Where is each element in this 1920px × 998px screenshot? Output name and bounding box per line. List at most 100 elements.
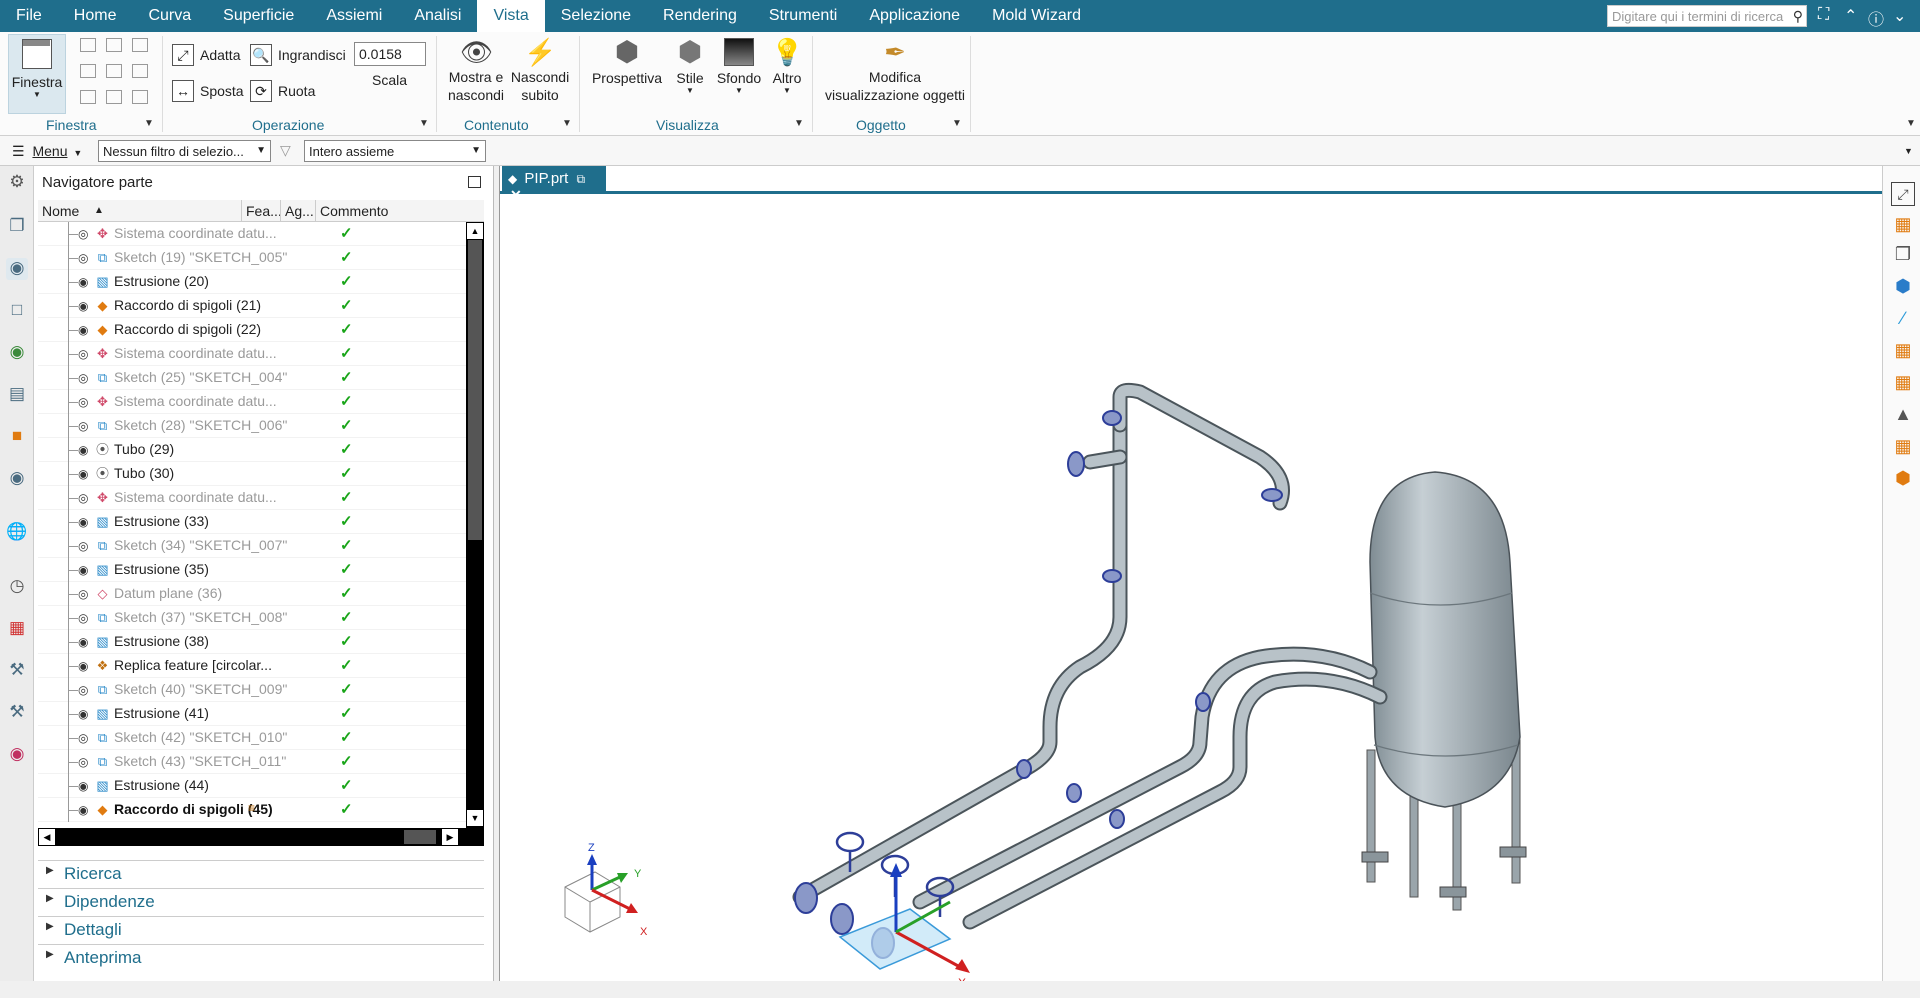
- visible-eye-icon[interactable]: ◉: [78, 275, 88, 289]
- assembly-icon[interactable]: ❐: [1891, 244, 1915, 268]
- menu-assiemi[interactable]: Assiemi: [310, 0, 398, 32]
- ribbon-options-icon[interactable]: ▼: [1906, 118, 1916, 129]
- tree-row[interactable]: ◎ ⧉ Sketch (43) "SKETCH_011" ✓: [38, 750, 466, 774]
- altro-button[interactable]: 💡 Altro ▼: [766, 34, 808, 95]
- layout-two-vertical-icon[interactable]: [106, 38, 122, 52]
- selection-filter-dropdown[interactable]: Nessun filtro di selezio... ▼: [98, 140, 271, 162]
- group-expand-visualizza[interactable]: ▼: [794, 118, 804, 129]
- horizontal-scrollbar[interactable]: ◀ ▶: [38, 828, 484, 846]
- menu-rendering[interactable]: Rendering: [647, 0, 753, 32]
- component-icon[interactable]: ▦: [1891, 214, 1915, 238]
- hidden-eye-icon[interactable]: ◎: [78, 371, 88, 385]
- tree-row[interactable]: ◉ ◆ Raccordo di spigoli (45) ≡ ✓: [38, 798, 466, 822]
- layout-three-bottom-icon[interactable]: [106, 90, 122, 104]
- hidden-eye-icon[interactable]: ◎: [78, 755, 88, 769]
- drafting-icon[interactable]: ▤: [6, 384, 28, 406]
- tree-row[interactable]: ◉ ❖ Replica feature [circolar... ✓: [38, 654, 466, 678]
- scroll-right-icon[interactable]: ▶: [442, 829, 458, 845]
- visible-eye-icon[interactable]: ◉: [78, 467, 88, 481]
- column-aggiornato[interactable]: Ag...: [285, 203, 314, 219]
- tree-row[interactable]: ◉ ◆ Raccordo di spigoli (21) ✓: [38, 294, 466, 318]
- undock-icon[interactable]: ⧉: [577, 172, 586, 186]
- layout-four-icon[interactable]: [80, 64, 96, 78]
- hidden-eye-icon[interactable]: ◎: [78, 347, 88, 361]
- visible-eye-icon[interactable]: ◉: [78, 779, 88, 793]
- menu-superficie[interactable]: Superficie: [207, 0, 310, 32]
- menu-home[interactable]: Home: [58, 0, 133, 32]
- group-expand-contenuto[interactable]: ▼: [562, 118, 572, 129]
- tree-row[interactable]: ◉ ▧ Estrusione (41) ✓: [38, 702, 466, 726]
- tree-row[interactable]: ◉ ⦿ Tubo (30) ✓: [38, 462, 466, 486]
- section-dipendenze[interactable]: ▶ Dipendenze: [38, 888, 484, 914]
- hidden-eye-icon[interactable]: ◎: [78, 539, 88, 553]
- section-ricerca[interactable]: ▶ Ricerca: [38, 860, 484, 886]
- sfondo-button[interactable]: Sfondo ▼: [714, 34, 764, 95]
- visible-eye-icon[interactable]: ◉: [78, 707, 88, 721]
- tree-row[interactable]: ◎ ✥ Sistema coordinate datu... ✓: [38, 486, 466, 510]
- layout-two-horizontal-icon[interactable]: [132, 38, 148, 52]
- visible-eye-icon[interactable]: ◉: [78, 803, 88, 817]
- scale-input[interactable]: 0.0158: [354, 42, 426, 66]
- tree-row[interactable]: ◎ ⧉ Sketch (19) "SKETCH_005" ✓: [38, 246, 466, 270]
- tree-row[interactable]: ◉ ▧ Estrusione (44) ✓: [38, 774, 466, 798]
- filter-icon[interactable]: ▽: [280, 142, 291, 159]
- web-browser-icon[interactable]: 🌐: [6, 522, 28, 544]
- view-manager-icon[interactable]: ◉: [6, 342, 28, 364]
- group-expand-operazione[interactable]: ▼: [419, 118, 429, 129]
- layout-single-icon[interactable]: [80, 38, 96, 52]
- hidden-eye-icon[interactable]: ◎: [78, 587, 88, 601]
- pipe-network[interactable]: [792, 382, 1388, 930]
- gear-icon[interactable]: ⚙: [6, 172, 28, 194]
- help-icon[interactable]: ⓘ: [1868, 6, 1884, 30]
- hidden-eye-icon[interactable]: ◎: [78, 611, 88, 625]
- toolbar-options-icon[interactable]: ▼: [1904, 146, 1913, 156]
- column-nome[interactable]: Nome: [42, 203, 79, 219]
- tree-row[interactable]: ◎ ⧉ Sketch (37) "SKETCH_008" ✓: [38, 606, 466, 630]
- curve-icon[interactable]: ∕: [1891, 308, 1915, 332]
- tree-row[interactable]: ◉ ⦿ Tubo (29) ✓: [38, 438, 466, 462]
- scroll-up-icon[interactable]: ▲: [467, 223, 483, 239]
- tree-row[interactable]: ◎ ◇ Datum plane (36) ✓: [38, 582, 466, 606]
- section-dettagli[interactable]: ▶ Dettagli: [38, 916, 484, 942]
- hidden-eye-icon[interactable]: ◎: [78, 227, 88, 241]
- tree-row[interactable]: ◉ ▧ Estrusione (35) ✓: [38, 558, 466, 582]
- vertical-scrollbar[interactable]: ▲ ▼: [466, 222, 484, 828]
- constraint-navigator-icon[interactable]: □: [6, 300, 28, 322]
- visible-eye-icon[interactable]: ◉: [78, 323, 88, 337]
- visible-eye-icon[interactable]: ◉: [78, 659, 88, 673]
- visible-eye-icon[interactable]: ◉: [78, 299, 88, 313]
- visible-eye-icon[interactable]: ◉: [78, 515, 88, 529]
- tab-pip-prt[interactable]: ◆ PIP.prt ⧉ ✕: [502, 166, 606, 203]
- scrollbar-thumb[interactable]: [468, 240, 482, 540]
- hd3d-tools-icon[interactable]: ◉: [6, 468, 28, 490]
- tree-row[interactable]: ◎ ⧉ Sketch (25) "SKETCH_004" ✓: [38, 366, 466, 390]
- column-commento[interactable]: Commento: [320, 203, 388, 219]
- visible-eye-icon[interactable]: ◉: [78, 563, 88, 577]
- fullscreen-icon[interactable]: ⛶: [1818, 6, 1829, 24]
- tree-row[interactable]: ◎ ⧉ Sketch (42) "SKETCH_010" ✓: [38, 726, 466, 750]
- palette-icon[interactable]: ▦: [6, 618, 28, 640]
- sort-ascending-icon[interactable]: ▲: [94, 205, 104, 216]
- ingrandisci-button[interactable]: 🔍 Ingrandisci: [250, 44, 346, 66]
- scrollbar-thumb[interactable]: [404, 830, 436, 844]
- body-icon[interactable]: ⬢: [1891, 276, 1915, 300]
- tree-row[interactable]: ◎ ✥ Sistema coordinate datu... ✓: [38, 222, 466, 246]
- hidden-eye-icon[interactable]: ◎: [78, 395, 88, 409]
- tree-row[interactable]: ◎ ✥ Sistema coordinate datu... ✓: [38, 390, 466, 414]
- prospettiva-button[interactable]: ⬢ Prospettiva: [588, 34, 666, 86]
- sheet-icon[interactable]: ⬢: [1891, 468, 1915, 492]
- hidden-eye-icon[interactable]: ◎: [78, 419, 88, 433]
- hidden-eye-icon[interactable]: ◎: [78, 683, 88, 697]
- modifica-visualizzazione-button[interactable]: ✒ Modifica visualizzazione oggetti: [820, 34, 970, 104]
- menu-selezione[interactable]: Selezione: [545, 0, 647, 32]
- pmi-icon[interactable]: ▦: [1891, 340, 1915, 364]
- column-feature[interactable]: Fea...: [246, 203, 282, 219]
- tree-row[interactable]: ◎ ⧉ Sketch (40) "SKETCH_009" ✓: [38, 678, 466, 702]
- process-studio-icon[interactable]: ⚒: [6, 660, 28, 682]
- section-anteprima[interactable]: ▶ Anteprima: [38, 944, 484, 970]
- tree-row[interactable]: ◎ ✥ Sistema coordinate datu... ✓: [38, 342, 466, 366]
- visible-eye-icon[interactable]: ◉: [78, 635, 88, 649]
- tree-row[interactable]: ◎ ⧉ Sketch (34) "SKETCH_007" ✓: [38, 534, 466, 558]
- ruota-button[interactable]: ⟳ Ruota: [250, 80, 315, 102]
- menu-curva[interactable]: Curva: [132, 0, 207, 32]
